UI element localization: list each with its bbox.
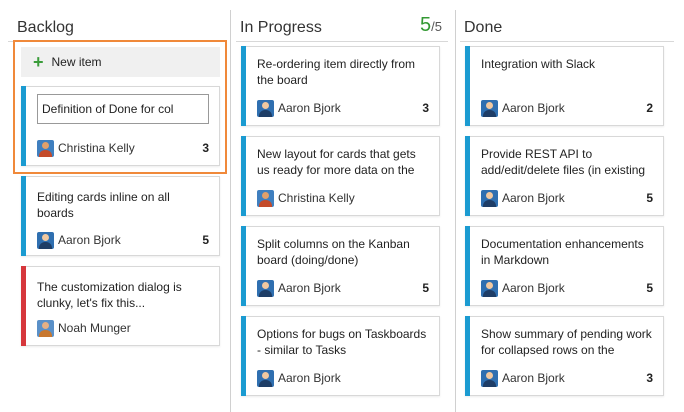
avatar xyxy=(257,369,274,387)
kanban-board: Backlog In Progress 5/5 Done + New item … xyxy=(0,0,684,412)
avatar xyxy=(481,99,498,117)
card-color-stripe xyxy=(465,46,470,126)
card-color-stripe xyxy=(465,136,470,216)
card-title[interactable]: Re-ordering item directly from the board xyxy=(257,56,429,88)
header-rule xyxy=(236,41,448,42)
wip-limit-indicator: 5/5 xyxy=(420,12,442,38)
assignee-name: Aaron Bjork xyxy=(58,233,121,247)
avatar xyxy=(257,99,274,117)
column-header-in-progress[interactable]: In Progress xyxy=(240,16,322,40)
avatar xyxy=(37,231,54,249)
card-effort: 5 xyxy=(422,281,429,295)
wip-max-count: /5 xyxy=(431,19,442,34)
card-color-stripe xyxy=(241,136,246,216)
card-in-progress-0[interactable]: Re-ordering item directly from the board… xyxy=(241,46,440,126)
column-divider xyxy=(455,10,456,412)
card-title[interactable]: Options for bugs on Taskboards - similar… xyxy=(257,326,429,358)
selection-highlight xyxy=(13,40,227,174)
card-done-3[interactable]: Show summary of pending work for collaps… xyxy=(465,316,664,396)
card-color-stripe xyxy=(465,316,470,396)
card-effort: 5 xyxy=(646,281,653,295)
card-assignee[interactable]: Aaron Bjork xyxy=(481,189,565,207)
card-assignee[interactable]: Aaron Bjork xyxy=(481,99,565,117)
avatar xyxy=(481,279,498,297)
card-title[interactable]: Show summary of pending work for collaps… xyxy=(481,326,653,358)
card-title[interactable]: The customization dialog is clunky, let'… xyxy=(37,279,209,311)
header-rule xyxy=(460,41,674,42)
card-in-progress-2[interactable]: Split columns on the Kanban board (doing… xyxy=(241,226,440,306)
card-assignee[interactable]: Aaron Bjork xyxy=(257,369,341,387)
card-done-1[interactable]: Provide REST API to add/edit/delete file… xyxy=(465,136,664,216)
card-color-stripe xyxy=(465,226,470,306)
card-assignee[interactable]: Aaron Bjork xyxy=(481,369,565,387)
assignee-name: Aaron Bjork xyxy=(502,191,565,205)
card-effort: 2 xyxy=(646,101,653,115)
card-color-stripe xyxy=(21,266,26,346)
card-effort: 5 xyxy=(202,233,209,247)
card-assignee[interactable]: Aaron Bjork xyxy=(37,231,121,249)
card-backlog-2[interactable]: The customization dialog is clunky, let'… xyxy=(21,266,220,346)
avatar xyxy=(481,189,498,207)
avatar xyxy=(481,369,498,387)
card-title[interactable]: Integration with Slack xyxy=(481,56,653,72)
wip-current-count: 5 xyxy=(420,14,432,36)
card-title[interactable]: Split columns on the Kanban board (doing… xyxy=(257,236,429,268)
card-assignee[interactable]: Aaron Bjork xyxy=(257,279,341,297)
avatar xyxy=(257,189,274,207)
card-effort: 3 xyxy=(646,371,653,385)
assignee-name: Noah Munger xyxy=(58,321,131,335)
card-color-stripe xyxy=(241,316,246,396)
card-done-2[interactable]: Documentation enhancements in Markdown A… xyxy=(465,226,664,306)
card-assignee[interactable]: Aaron Bjork xyxy=(257,99,341,117)
column-divider xyxy=(230,10,231,412)
card-color-stripe xyxy=(21,176,26,256)
card-title[interactable]: Provide REST API to add/edit/delete file… xyxy=(481,146,653,178)
card-backlog-1[interactable]: Editing cards inline on all boards Aaron… xyxy=(21,176,220,256)
card-in-progress-3[interactable]: Options for bugs on Taskboards - similar… xyxy=(241,316,440,396)
card-title[interactable]: Editing cards inline on all boards xyxy=(37,189,209,221)
card-color-stripe xyxy=(241,46,246,126)
card-title[interactable]: Documentation enhancements in Markdown xyxy=(481,236,653,268)
assignee-name: Aaron Bjork xyxy=(278,101,341,115)
assignee-name: Aaron Bjork xyxy=(502,101,565,115)
card-in-progress-1[interactable]: New layout for cards that gets us ready … xyxy=(241,136,440,216)
card-assignee[interactable]: Noah Munger xyxy=(37,319,131,337)
card-effort: 5 xyxy=(646,191,653,205)
assignee-name: Aaron Bjork xyxy=(502,371,565,385)
assignee-name: Aaron Bjork xyxy=(502,281,565,295)
card-color-stripe xyxy=(241,226,246,306)
card-assignee[interactable]: Aaron Bjork xyxy=(481,279,565,297)
column-header-done[interactable]: Done xyxy=(464,16,502,40)
column-header-backlog[interactable]: Backlog xyxy=(17,16,74,40)
card-assignee[interactable]: Christina Kelly xyxy=(257,189,355,207)
card-effort: 3 xyxy=(422,101,429,115)
avatar xyxy=(257,279,274,297)
assignee-name: Aaron Bjork xyxy=(278,371,341,385)
card-title[interactable]: New layout for cards that gets us ready … xyxy=(257,146,429,178)
avatar xyxy=(37,319,54,337)
assignee-name: Aaron Bjork xyxy=(278,281,341,295)
card-done-0[interactable]: Integration with Slack Aaron Bjork 2 xyxy=(465,46,664,126)
assignee-name: Christina Kelly xyxy=(278,191,355,205)
